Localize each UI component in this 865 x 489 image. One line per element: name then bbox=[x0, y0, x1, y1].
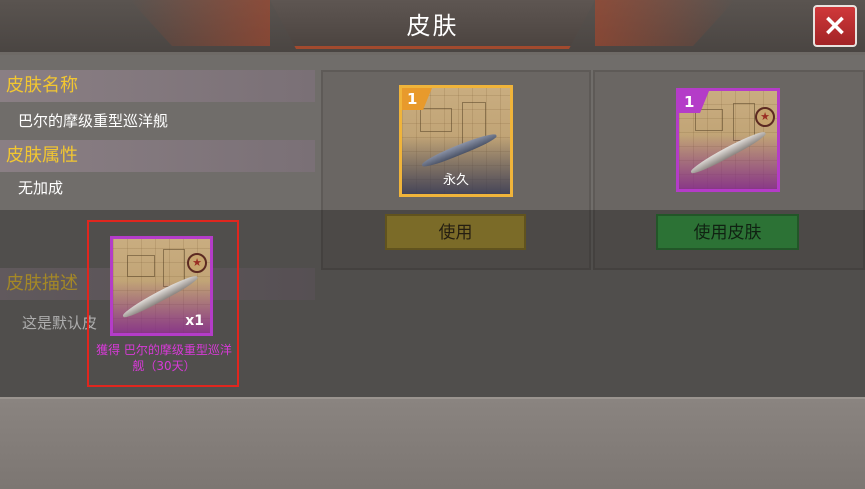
skin-thumb-timed[interactable]: ★ 1 bbox=[676, 88, 780, 192]
seal-icon: ★ bbox=[187, 253, 207, 273]
seal-icon: ★ bbox=[755, 107, 775, 127]
reward-item-thumb[interactable]: ★ x1 bbox=[110, 236, 213, 336]
duration-label: 永久 bbox=[442, 173, 469, 188]
skin-name-heading: 皮肤名称 bbox=[0, 70, 315, 102]
close-icon: × bbox=[822, 8, 848, 43]
tier-badge: 1 bbox=[402, 88, 432, 110]
skin-attr-value: 无加成 bbox=[18, 179, 64, 197]
skin-tint bbox=[679, 135, 777, 189]
skin-name-value: 巴尔的摩级重型巡洋舰 bbox=[18, 112, 169, 130]
map-detail bbox=[420, 108, 452, 132]
skin-thumb-permanent[interactable]: 1 永久 bbox=[399, 85, 513, 197]
reward-description: 獲得 巴尔的摩级重型巡洋舰（30天） bbox=[96, 343, 232, 373]
close-button[interactable]: × bbox=[813, 5, 857, 47]
item-count: x1 bbox=[185, 313, 204, 329]
skin-attr-heading: 皮肤属性 bbox=[0, 140, 315, 172]
page-title: 皮肤 bbox=[406, 12, 459, 40]
map-detail bbox=[127, 255, 155, 277]
bottom-area bbox=[0, 397, 865, 489]
